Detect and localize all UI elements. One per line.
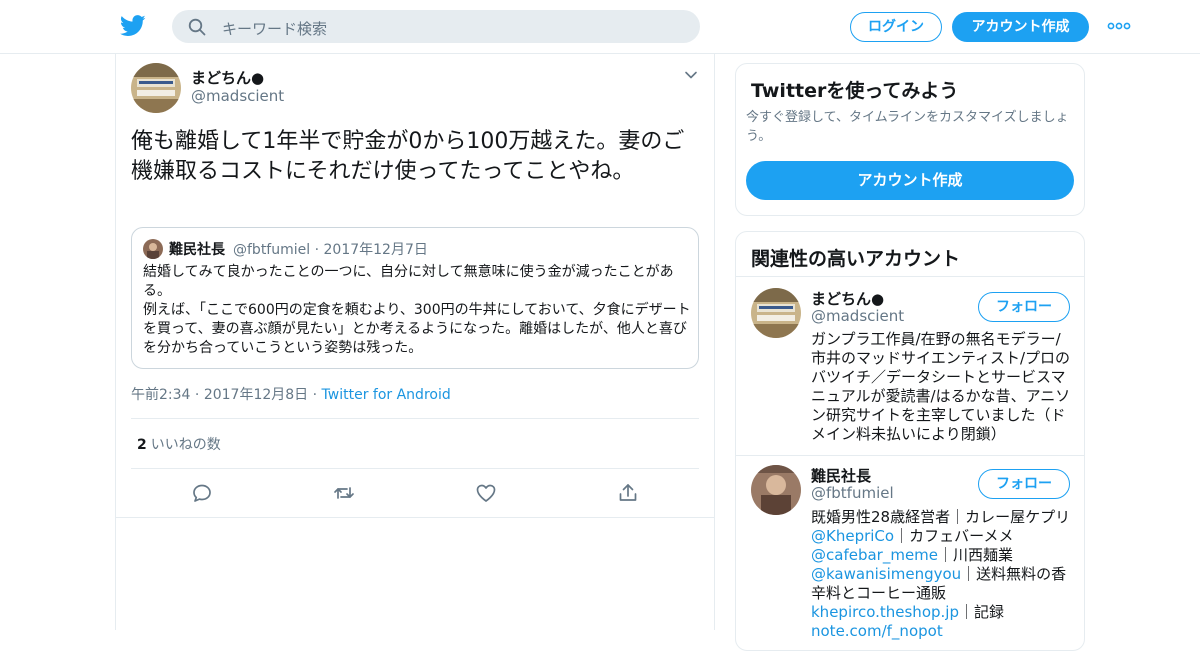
related-accounts-card: 関連性の高いアカウント まどちん● @madscient フォロー ガンプラ工作… [735, 231, 1085, 651]
signup-card-subtitle: 今すぐ登録して、タイムラインをカスタマイズしましょう。 [746, 110, 1069, 144]
tweet-text: 俺も離婚して1年半で貯金が0から100万越えた。妻のご機嫌取るコストにそれだけ使… [131, 129, 685, 184]
signup-button[interactable]: アカウント作成 [952, 12, 1089, 42]
separator-dot: · [314, 242, 324, 258]
account-name[interactable]: 難民社長 [811, 465, 871, 486]
likes-label: いいねの数 [150, 437, 221, 453]
bio-link[interactable]: note.com/f_nopot [811, 622, 943, 640]
bio-link[interactable]: @cafebar_meme [811, 546, 938, 564]
bio-text: ｜記録 [958, 603, 1004, 621]
quoted-text: 結婚してみて良かったことの一つに、自分に対して無意味に使う金が減ったことがある。… [143, 264, 691, 356]
bio-link[interactable]: @kawanisimengyou [811, 565, 961, 583]
separator-dot: · [194, 387, 204, 403]
tweet-source-link[interactable]: Twitter for Android [322, 387, 451, 403]
quoted-tweet[interactable]: 難民社長 @fbtfumiel · 2017年12月7日 結婚してみて良かったこ… [131, 227, 699, 369]
follow-button[interactable]: フォロー [978, 292, 1070, 322]
account-handle[interactable]: @madscient [811, 307, 904, 325]
quoted-author-handle-date: @fbtfumiel · 2017年12月7日 [233, 239, 428, 259]
tweet-time[interactable]: 午前2:34 [131, 387, 190, 403]
tweet-author-handle[interactable]: @madscient [191, 87, 284, 105]
search-placeholder: キーワード検索 [222, 20, 328, 38]
quoted-avatar [143, 239, 163, 259]
search-icon [188, 18, 206, 36]
bio-link[interactable]: khepirco.theshop.jp [811, 603, 959, 621]
divider [131, 418, 699, 419]
avatar-image [751, 288, 801, 338]
retweet-icon[interactable] [333, 482, 355, 504]
divider [736, 276, 1084, 277]
account-bio: 既婚男性28歳経営者｜カレー屋ケプリ@KhepriCo｜カフェバーメメ@cafe… [811, 508, 1073, 641]
reply-icon[interactable] [191, 482, 213, 504]
search-input[interactable]: キーワード検索 [172, 10, 700, 43]
share-icon[interactable] [617, 482, 639, 504]
divider [736, 455, 1084, 456]
separator-dot: · [312, 387, 322, 403]
quoted-date: 2017年12月7日 [323, 242, 428, 258]
bio-text: ｜川西麺業 [938, 546, 1014, 564]
bio-text: ｜カフェバーメメ [894, 527, 1014, 545]
twitter-bird-logo-icon[interactable] [120, 14, 146, 38]
bio-text: 既婚男性28歳経営者｜カレー屋ケプリ [811, 508, 1071, 526]
quoted-avatar-image [143, 239, 163, 259]
account-name[interactable]: まどちん● [811, 288, 884, 309]
bio-link[interactable]: @KhepriCo [811, 527, 894, 545]
login-button[interactable]: ログイン [850, 12, 942, 42]
divider [131, 468, 699, 469]
related-accounts-title: 関連性の高いアカウント [751, 248, 961, 270]
quoted-author-name: 難民社長 [169, 242, 225, 258]
account-bio: ガンプラ工作員/在野の無名モデラー/市井のマッドサイエンティスト/プロのバツイチ… [811, 330, 1071, 443]
signup-card: Twitterを使ってみよう 今すぐ登録して、タイムラインをカスタマイズしましょ… [735, 63, 1085, 216]
likes-count: 2 [137, 437, 147, 453]
heart-icon[interactable] [475, 482, 497, 504]
signup-card-title: Twitterを使ってみよう [751, 80, 959, 102]
avatar-image [751, 465, 801, 515]
top-nav-bar: キーワード検索 ログイン アカウント作成 [0, 0, 1200, 54]
account-handle[interactable]: @fbtfumiel [811, 484, 894, 502]
more-options-icon[interactable] [1107, 20, 1131, 32]
avatar[interactable] [751, 465, 801, 515]
avatar-image [131, 63, 181, 113]
tweet-date[interactable]: 2017年12月8日 [204, 387, 308, 403]
avatar[interactable] [751, 288, 801, 338]
signup-card-button[interactable]: アカウント作成 [746, 161, 1074, 200]
likes-stat[interactable]: 2 いいねの数 [137, 434, 221, 454]
tweet-column: まどちん● @madscient 俺も離婚して1年半で貯金が0から100万越えた… [115, 54, 715, 630]
chevron-down-icon[interactable] [684, 68, 698, 82]
avatar[interactable] [131, 63, 181, 113]
tweet-metadata: 午前2:34 · 2017年12月8日 · Twitter for Androi… [131, 384, 451, 404]
tweet-author-name[interactable]: まどちん● [191, 67, 264, 88]
divider [116, 517, 714, 518]
quoted-author-handle: @fbtfumiel [233, 242, 311, 258]
follow-button[interactable]: フォロー [978, 469, 1070, 499]
